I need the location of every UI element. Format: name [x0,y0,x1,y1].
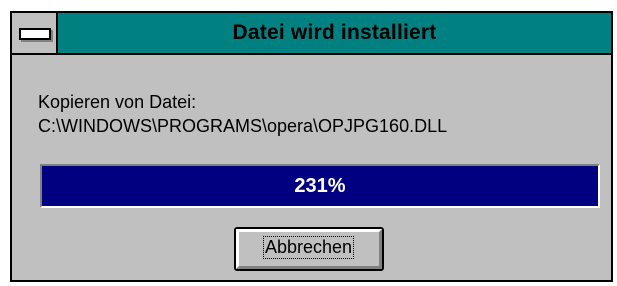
system-menu-button[interactable] [12,13,58,53]
file-path-text: C:\WINDOWS\PROGRAMS\opera\OPJPG160.DLL [38,116,448,136]
install-dialog-window: Datei wird installiert Kopieren von Date… [10,11,613,282]
progress-percent-text: 231% [294,175,346,197]
cancel-button-label: Abbrechen [262,236,355,259]
title-bar[interactable]: Datei wird installiert [12,13,611,55]
progress-bar: 231% [40,164,600,208]
copying-file-label: Kopieren von Datei: [38,92,197,112]
cancel-button[interactable]: Abbrechen [234,227,384,271]
minus-bar-icon [19,28,51,40]
window-title: Datei wird installiert [232,21,437,44]
